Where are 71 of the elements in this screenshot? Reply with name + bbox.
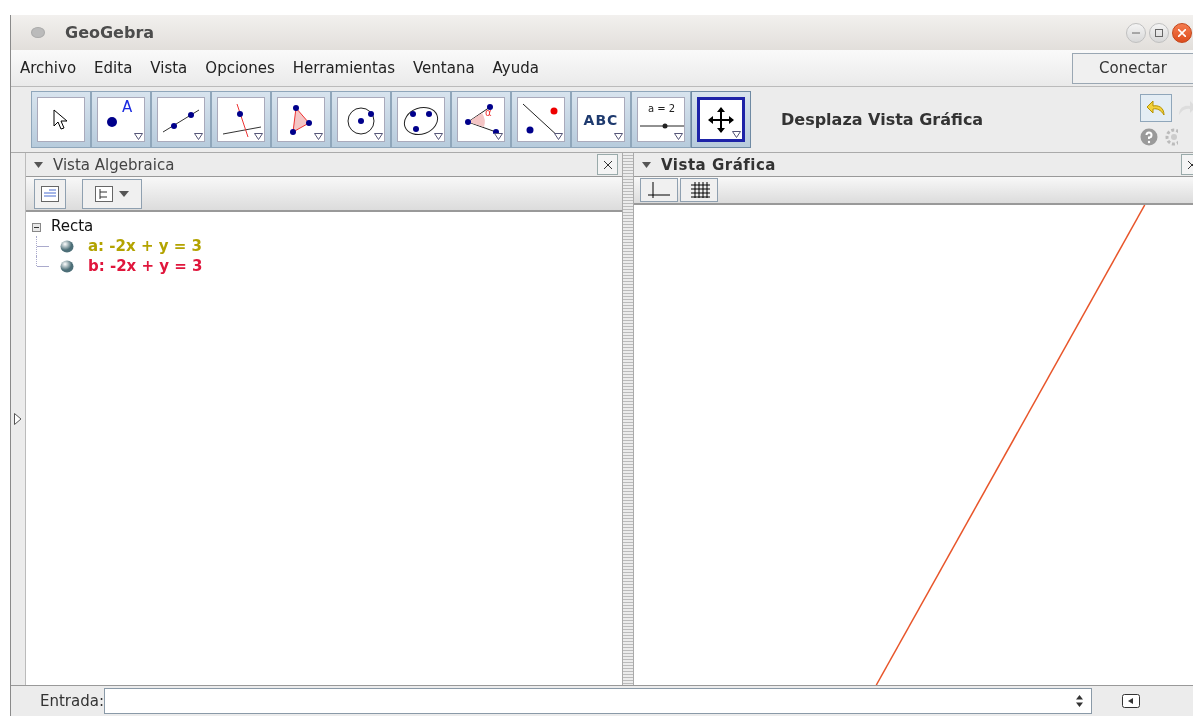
visibility-ball-icon[interactable] [60,259,74,273]
dropdown-triangle-icon [254,133,263,140]
tool-button[interactable] [271,91,331,148]
menu-item[interactable]: Edita [85,59,142,77]
tool-button[interactable]: α [451,91,511,148]
dropdown-triangle-icon [494,133,503,140]
list-icon [41,185,59,202]
tool-button[interactable] [691,91,751,148]
connect-button[interactable]: Conectar [1072,52,1193,84]
menu-item[interactable]: Ventana [404,59,484,77]
dropdown-triangle-icon [674,133,683,140]
help-icon[interactable] [1140,127,1158,146]
category-label: Recta [51,217,94,235]
tool-button[interactable]: a = 2 [631,91,691,148]
tool-button[interactable] [151,91,211,148]
point-label: A [122,100,133,115]
input-label: Entrada: [40,692,104,710]
tool-name: Desplaza Vista Gráfica [781,110,984,129]
spinner-arrows-icon[interactable] [1076,695,1083,707]
caret-icon [119,190,129,197]
dropdown-triangle-icon [374,133,383,140]
move-arrows-icon [707,105,735,134]
menu-item[interactable]: Archivo [11,59,86,77]
panel-title: Vista Algebraica [53,155,175,174]
axes-toggle-button[interactable] [640,178,678,202]
dropdown-triangle-icon [732,131,741,138]
tool-button[interactable] [331,91,391,148]
maximize-button[interactable] [1149,22,1169,43]
slider-icon [640,123,684,129]
sort-by-button[interactable] [82,178,142,209]
triangle-icon [290,104,312,135]
input-field[interactable] [104,688,1092,714]
perpendicular-line-icon [221,102,261,137]
menu-item[interactable]: Ayuda [483,59,548,77]
tool-button[interactable] [391,91,451,148]
maximize-icon [1155,28,1163,37]
visibility-ball-icon[interactable] [60,239,74,253]
keyboard-icon [1122,694,1140,708]
dropdown-triangle-icon [134,133,143,140]
cursor-icon [53,108,69,131]
angle-label: α [485,108,492,118]
keyboard-button[interactable] [1122,694,1140,708]
dropdown-triangle-icon [554,133,563,140]
expand-arrow-icon[interactable] [14,413,22,425]
grid-toggle-button[interactable] [680,178,718,202]
dropdown-triangle-icon [614,133,623,140]
tree-icon [95,185,113,202]
tool-button[interactable]: A [91,91,151,148]
menu-item[interactable]: Opciones [196,59,284,77]
algebra-object[interactable]: b: -2x + y = 3 [88,257,203,275]
panel-title: Vista Gráfica [661,155,776,174]
dropdown-triangle-icon [434,133,443,140]
point-icon [106,116,118,128]
close-icon [1187,160,1193,169]
menu-item[interactable]: Herramientas [283,59,404,77]
slider-label: a = 2 [648,104,676,114]
menu-item[interactable]: Vista [141,59,197,77]
close-icon [1178,28,1186,37]
axes-icon [647,181,671,199]
window-title: GeoGebra [65,23,155,42]
close-button[interactable] [1172,22,1192,43]
text-tool-label: ABC [583,111,619,128]
collapse-triangle-icon[interactable] [642,161,651,168]
close-icon [603,160,612,169]
dropdown-triangle-icon [314,133,323,140]
tool-button[interactable]: ABC [571,91,631,148]
auxiliary-objects-button[interactable] [34,178,66,209]
close-panel-button[interactable] [597,154,618,175]
dropdown-triangle-icon [194,133,203,140]
collapse-triangle-icon[interactable] [34,161,43,168]
undo-icon [1146,98,1166,117]
